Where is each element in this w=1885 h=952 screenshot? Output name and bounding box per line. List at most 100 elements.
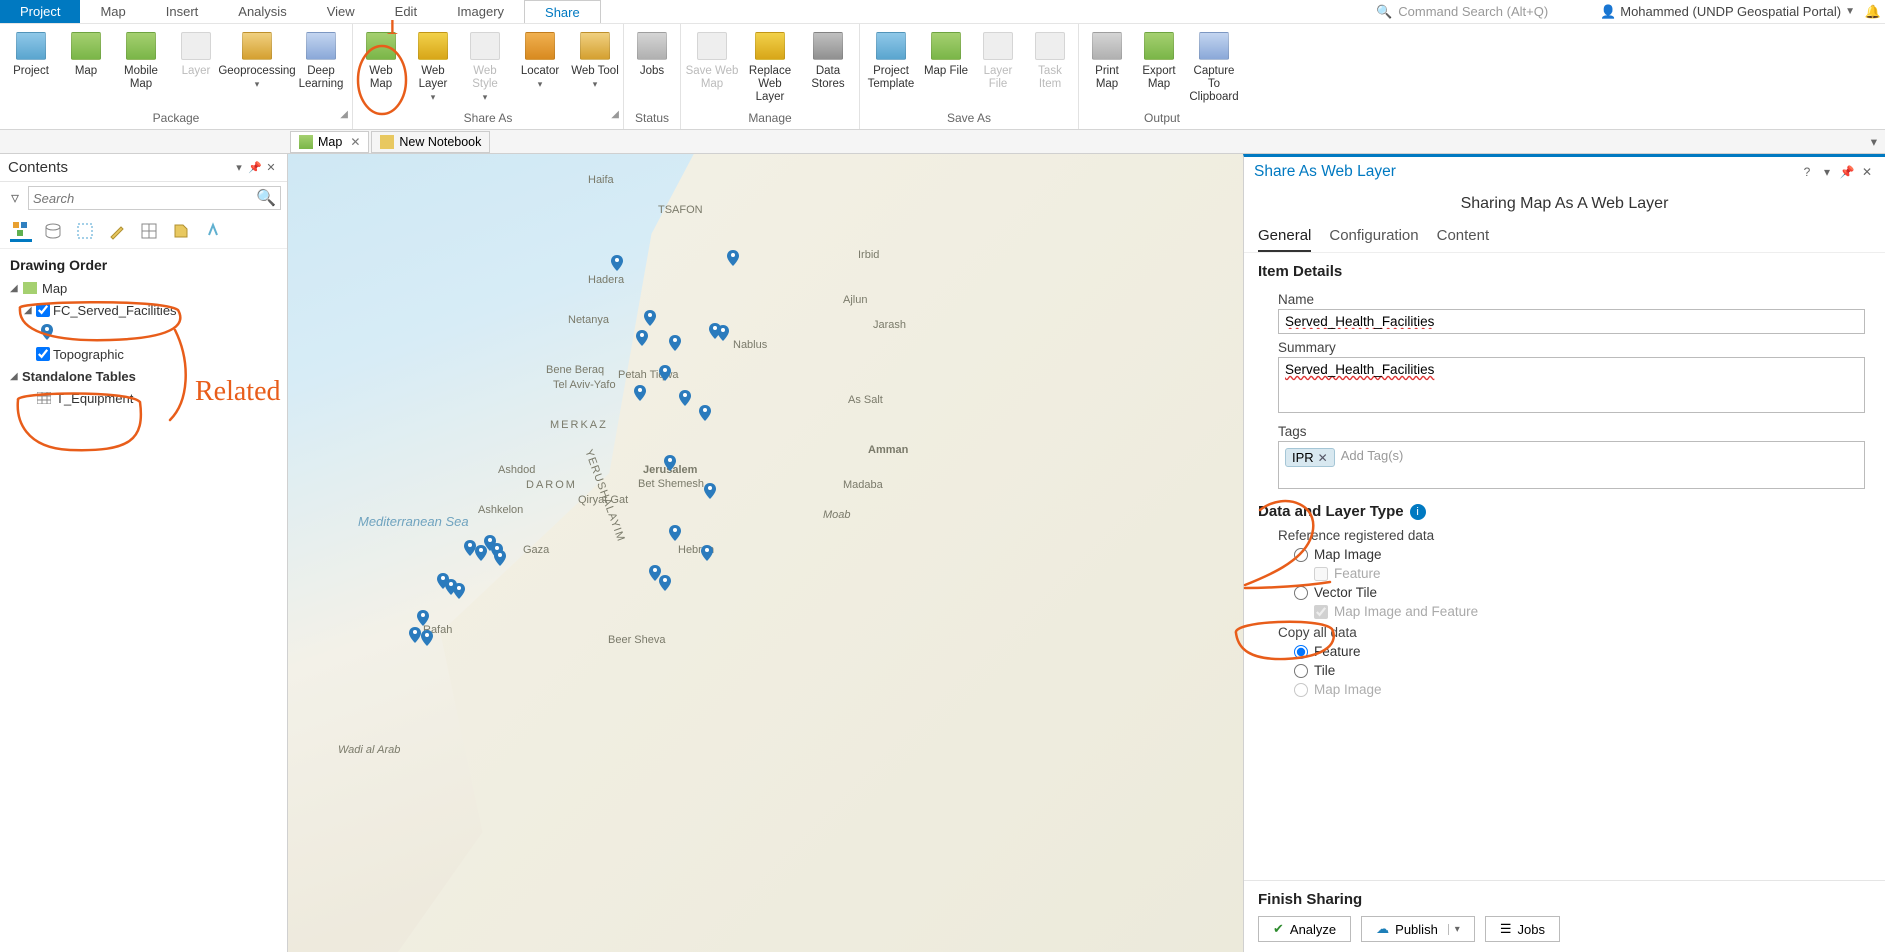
map-pin[interactable] [698,404,712,418]
radio-tile[interactable] [1294,664,1308,678]
command-search[interactable]: 🔍 Command Search (Alt+Q) [1376,0,1586,23]
pin-icon[interactable]: 📌 [1839,165,1855,179]
toc-topographic[interactable]: Topographic [4,343,283,365]
pane-menu-icon[interactable]: ▾ [231,161,247,174]
btn-mobile-map[interactable]: Mobile Map [112,28,170,93]
tab-imagery[interactable]: Imagery [437,0,524,23]
search-icon: 🔍 [256,188,276,208]
close-icon[interactable]: ✕ [263,161,279,174]
map-pin[interactable] [658,364,672,378]
tab-content[interactable]: Content [1437,227,1490,252]
radio-feature[interactable] [1294,645,1308,659]
map-pin[interactable] [452,582,466,596]
btn-project-package[interactable]: Project [2,28,60,80]
btn-web-tool[interactable]: Web Tool▾ [569,28,621,93]
city-label: Netanya [568,314,609,326]
btn-locator[interactable]: Locator▾ [511,28,569,93]
list-by-editing-icon[interactable] [106,220,128,242]
btn-web-map[interactable]: Web Map [355,28,407,93]
toc-topo-checkbox[interactable] [36,347,50,361]
list-by-snapping-icon[interactable] [138,220,160,242]
tab-map-view[interactable]: Map ✕ [290,131,369,153]
toc-map[interactable]: ◢Map [4,277,283,299]
btn-print-map[interactable]: Print Map [1081,28,1133,93]
map-pin[interactable] [610,254,624,268]
jobs-button[interactable]: ☰Jobs [1485,916,1560,942]
btn-geoprocessing[interactable]: Geoprocessing▾ [222,28,292,93]
list-by-labeling-icon[interactable] [170,220,192,242]
tags-input[interactable]: IPR✕ Add Tag(s) [1278,441,1865,489]
toc-fc-symbol[interactable] [4,321,283,343]
map-view[interactable]: Mediterranean Sea Haifa TSAFON Hadera Ne… [288,154,1243,952]
chevron-down-icon[interactable]: ▾ [1448,924,1460,935]
remove-tag-icon[interactable]: ✕ [1318,451,1328,465]
list-by-drawing-order-icon[interactable] [10,220,32,242]
toc-fc-checkbox[interactable] [36,303,50,317]
dialog-launcher-icon[interactable]: ◢ [611,109,619,120]
map-pin[interactable] [635,329,649,343]
btn-replace-web-layer[interactable]: Replace Web Layer [741,28,799,106]
map-pin[interactable] [678,389,692,403]
tab-configuration[interactable]: Configuration [1329,227,1418,252]
close-icon[interactable]: ✕ [1859,165,1875,179]
map-pin[interactable] [668,334,682,348]
btn-web-layer[interactable]: Web Layer▾ [407,28,459,106]
toc-fc-served[interactable]: ◢FC_Served_Facilities [4,299,283,321]
map-pin[interactable] [658,574,672,588]
map-pin[interactable] [643,309,657,323]
map-pin[interactable] [416,609,430,623]
btn-export-map[interactable]: Export Map [1133,28,1185,93]
tab-notebook[interactable]: New Notebook [371,131,490,153]
list-by-source-icon[interactable] [42,220,64,242]
btn-map-file[interactable]: Map File [920,28,972,80]
share-body[interactable]: Item Details Name Summary Tags IPR✕ Add … [1244,253,1885,880]
btn-data-stores[interactable]: Data Stores [799,28,857,93]
btn-deep-learning[interactable]: Deep Learning [292,28,350,93]
user-menu[interactable]: 👤 Mohammed (UNDP Geospatial Portal) ▼ [1594,0,1861,23]
contents-search-field[interactable] [33,191,256,206]
info-icon[interactable]: i [1410,504,1426,520]
map-pin[interactable] [633,384,647,398]
tab-analysis[interactable]: Analysis [218,0,306,23]
search-input[interactable]: 🔍 [28,186,281,210]
tab-map[interactable]: Map [80,0,145,23]
map-pin[interactable] [493,549,507,563]
publish-button[interactable]: ☁Publish▾ [1361,916,1475,942]
tab-edit[interactable]: Edit [375,0,437,23]
toc-t-equipment[interactable]: T_Equipment [4,387,283,409]
pin-icon[interactable]: 📌 [247,161,263,174]
map-pin[interactable] [703,482,717,496]
map-pin[interactable] [726,249,740,263]
pane-menu-icon[interactable]: ▾ [1819,165,1835,179]
map-pin[interactable] [663,454,677,468]
close-icon[interactable]: ✕ [350,135,360,149]
btn-map-package[interactable]: Map [60,28,112,80]
tab-project[interactable]: Project [0,0,80,23]
tab-general[interactable]: General [1258,227,1311,252]
filter-icon[interactable]: ▿ [6,189,24,207]
tab-view[interactable]: View [307,0,375,23]
toc-standalone-header[interactable]: ◢Standalone Tables [4,365,283,387]
radio-map-image[interactable] [1294,548,1308,562]
map-pin[interactable] [420,629,434,643]
dialog-launcher-icon[interactable]: ◢ [340,109,348,120]
view-menu-icon[interactable]: ▾ [1871,134,1877,149]
btn-project-template[interactable]: Project Template [862,28,920,93]
map-pin[interactable] [700,544,714,558]
summary-input[interactable] [1278,357,1865,413]
tab-insert[interactable]: Insert [146,0,219,23]
btn-jobs[interactable]: Jobs [626,28,678,80]
radio-map-image-2[interactable] [1294,683,1308,697]
tag-ipr[interactable]: IPR✕ [1285,448,1335,467]
tab-share[interactable]: Share [524,0,601,23]
name-input[interactable] [1278,309,1865,334]
notifications-icon[interactable]: 🔔 [1861,0,1885,23]
analyze-button[interactable]: ✔Analyze [1258,916,1351,942]
list-by-perceptual-icon[interactable] [202,220,224,242]
btn-capture-clipboard[interactable]: Capture To Clipboard [1185,28,1243,106]
radio-vector-tile[interactable] [1294,586,1308,600]
map-pin[interactable] [716,324,730,338]
help-icon[interactable]: ? [1799,165,1815,179]
list-by-selection-icon[interactable] [74,220,96,242]
map-pin[interactable] [668,524,682,538]
